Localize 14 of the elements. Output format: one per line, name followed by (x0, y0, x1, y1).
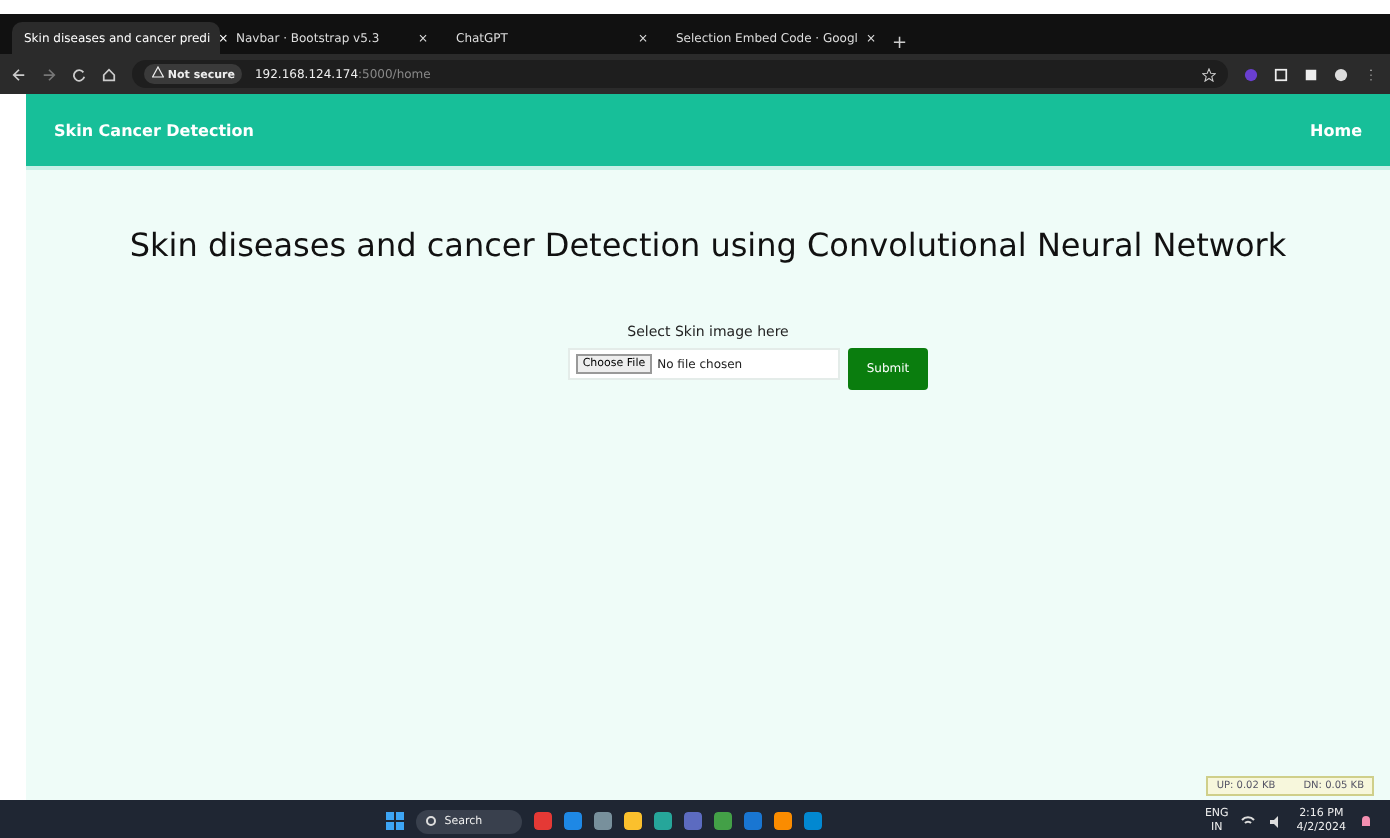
new-tab-button[interactable]: + (884, 34, 916, 54)
reload-icon[interactable] (72, 67, 86, 81)
back-icon[interactable] (12, 67, 26, 81)
menu-icon[interactable] (1364, 67, 1378, 81)
search-icon (426, 815, 439, 827)
forward-icon[interactable] (42, 67, 56, 81)
wifi-icon[interactable] (1240, 815, 1257, 827)
star-icon[interactable] (1202, 67, 1216, 81)
profile-icon[interactable] (1334, 67, 1348, 81)
sidebar-icon[interactable] (1304, 67, 1318, 81)
page-title: Skin diseases and cancer Detection using Convolutional Neural Network (127, 226, 1289, 264)
home-icon[interactable] (102, 67, 116, 81)
windows-start-icon[interactable] (386, 812, 405, 830)
warning-icon (152, 66, 164, 78)
